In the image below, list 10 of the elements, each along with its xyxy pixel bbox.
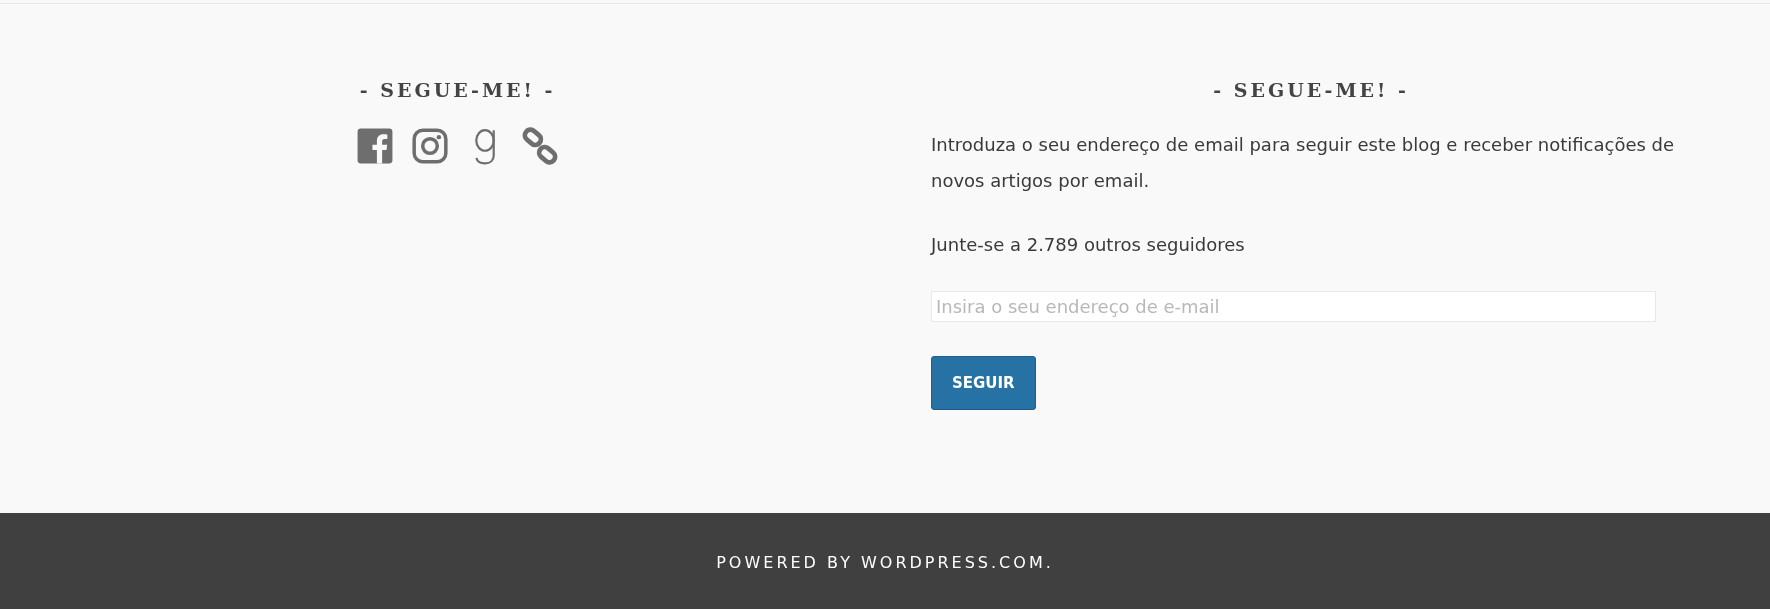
facebook-icon[interactable]: [356, 126, 394, 165]
widget-heading: - SEGUE-ME! -: [1213, 78, 1409, 103]
camera-icon[interactable]: [411, 126, 449, 165]
follow-button[interactable]: SEGUIR: [931, 355, 1036, 410]
subscribe-description: Introduza o seu endereço de email para seguir este blog e receber notificações de novos artigos por email.: [931, 132, 1676, 193]
widget-heading: - SEGUE-ME! -: [359, 78, 556, 103]
followers-count: Junte-se a 2.789 outros seguidores: [931, 232, 1245, 257]
footer-credit: POWERED BY WORDPRESS.COM.: [716, 552, 1054, 574]
chain-link-icon[interactable]: [521, 126, 559, 165]
email-field[interactable]: Insira o seu endereço de e-mail: [931, 290, 1656, 322]
